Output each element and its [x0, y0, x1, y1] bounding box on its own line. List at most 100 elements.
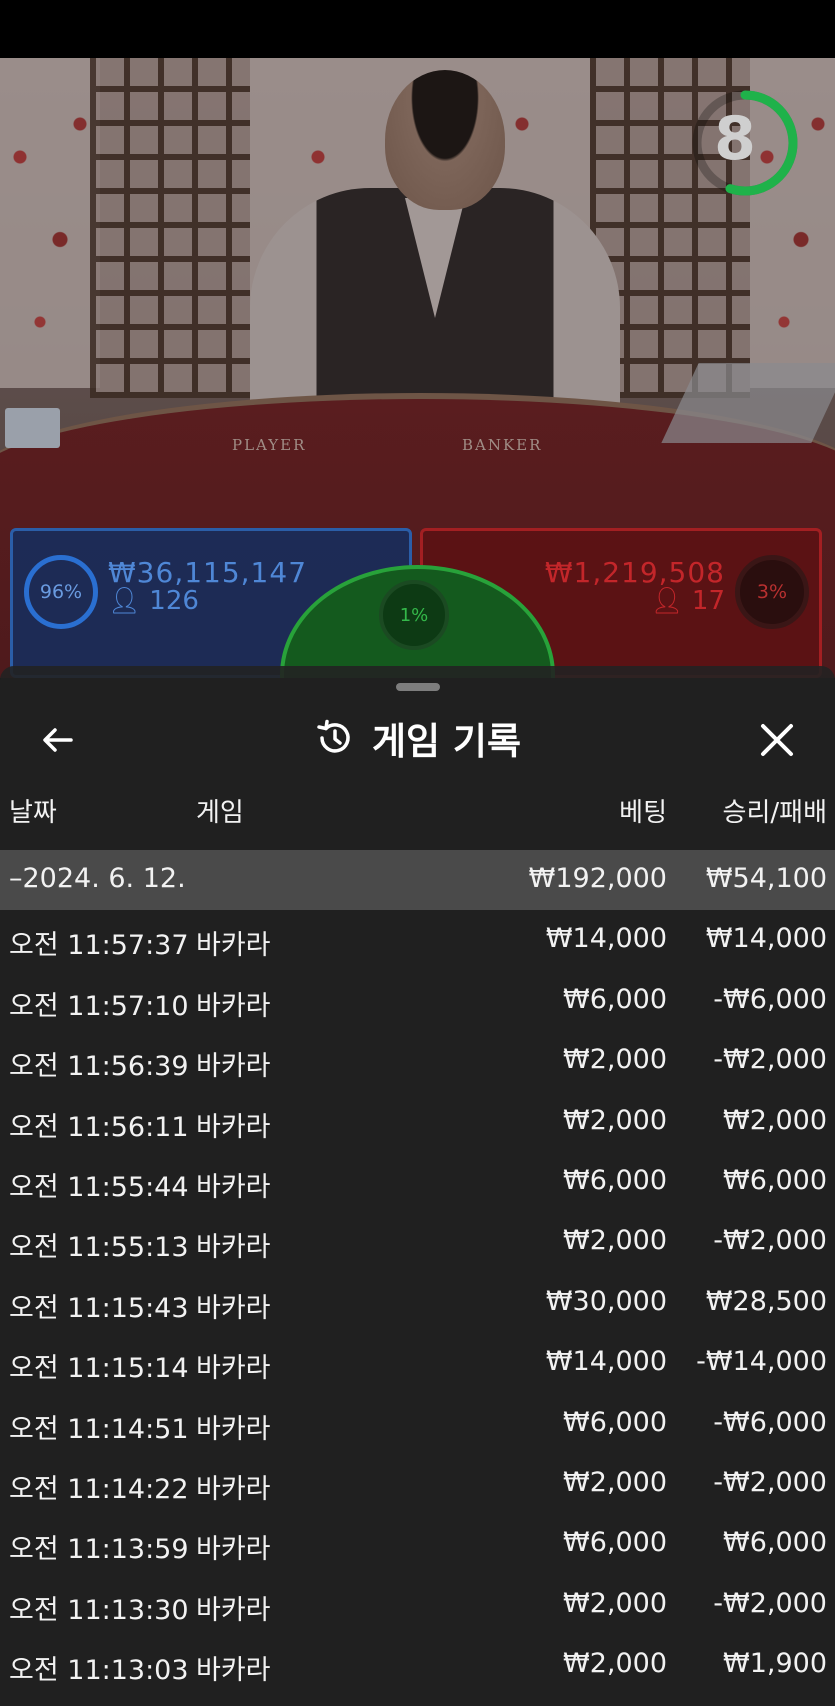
- person-icon: 👤︎: [108, 586, 142, 616]
- table-row[interactable]: 오전 11:57:37 바카라 ₩14,000 ₩14,000: [0, 910, 835, 970]
- table-row[interactable]: 오전 11:13:30 바카라 ₩2,000 -₩2,000: [0, 1575, 835, 1635]
- row-win-loss: ₩6,000: [723, 1527, 827, 1559]
- table-row[interactable]: 오전 11:56:11 바카라 ₩2,000 ₩2,000: [0, 1092, 835, 1152]
- row-win-loss: -₩2,000: [713, 1466, 827, 1498]
- column-win-loss: 승리/패배: [722, 798, 827, 828]
- status-bar: [0, 0, 835, 58]
- row-time: 오전 11:56:11: [9, 1111, 189, 1143]
- table-row[interactable]: 오전 11:55:13 바카라 ₩2,000 -₩2,000: [0, 1212, 835, 1272]
- row-time: 오전 11:15:14: [9, 1353, 189, 1385]
- banker-count-value: 17: [691, 586, 725, 616]
- row-time: 오전 11:15:43: [9, 1292, 189, 1324]
- history-table: –2024. 6. 12. ₩192,000 ₩54,100 오전 11:57:…: [0, 850, 835, 1695]
- sheet-header: 게임 기록: [0, 708, 835, 768]
- row-game: 바카라: [196, 1534, 271, 1566]
- row-bet: ₩30,000: [545, 1285, 667, 1317]
- table-row[interactable]: 오전 11:56:39 바카라 ₩2,000 -₩2,000: [0, 1031, 835, 1091]
- row-win-loss: ₩14,000: [705, 923, 827, 955]
- row-game: 바카라: [196, 1473, 271, 1505]
- date-group-win-loss-total: ₩54,100: [705, 863, 827, 894]
- row-bet: ₩6,000: [563, 983, 667, 1015]
- row-time: 오전 11:56:39: [9, 1051, 189, 1083]
- table-row[interactable]: 오전 11:13:59 바카라 ₩6,000 ₩6,000: [0, 1514, 835, 1574]
- history-row-list: 오전 11:57:37 바카라 ₩14,000 ₩14,000 오전 11:57:10 바…: [0, 910, 835, 1695]
- row-bet: ₩2,000: [563, 1648, 667, 1680]
- row-bet: ₩2,000: [563, 1466, 667, 1498]
- banker-total-amount: ₩1,219,508: [544, 556, 725, 589]
- row-win-loss: -₩2,000: [713, 1587, 827, 1619]
- row-win-loss: -₩2,000: [713, 1044, 827, 1076]
- row-win-loss: ₩28,500: [705, 1285, 827, 1317]
- row-bet: ₩6,000: [563, 1164, 667, 1196]
- row-time: 오전 11:14:51: [9, 1413, 189, 1445]
- table-row[interactable]: 오전 11:55:44 바카라 ₩6,000 ₩6,000: [0, 1152, 835, 1212]
- row-win-loss: ₩6,000: [723, 1164, 827, 1196]
- row-win-loss: -₩2,000: [713, 1225, 827, 1257]
- row-time: 오전 11:55:13: [9, 1232, 189, 1264]
- row-time: 오전 11:13:30: [9, 1594, 189, 1626]
- row-game: 바카라: [196, 1051, 271, 1083]
- game-history-sheet: 게임 기록 날짜 게임 베팅 승리/패배 –2024. 6. 12. ₩192,…: [0, 666, 835, 1706]
- player-count-value: 126: [149, 586, 199, 616]
- column-game: 게임: [196, 798, 244, 828]
- player-percent: 96%: [24, 555, 98, 629]
- row-game: 바카라: [196, 1171, 271, 1203]
- close-x-icon: [761, 724, 793, 756]
- lattice-screen-left: [90, 58, 250, 398]
- row-win-loss: -₩14,000: [696, 1346, 827, 1378]
- row-time: 오전 11:57:37: [9, 930, 189, 962]
- row-game: 바카라: [196, 1413, 271, 1445]
- row-game: 바카라: [196, 1655, 271, 1687]
- row-bet: ₩6,000: [563, 1406, 667, 1438]
- table-row[interactable]: 오전 11:57:10 바카라 ₩6,000 -₩6,000: [0, 971, 835, 1031]
- column-date: 날짜: [9, 798, 57, 828]
- table-label-player: PLAYER: [232, 436, 307, 454]
- row-time: 오전 11:13:03: [9, 1655, 189, 1687]
- row-win-loss: -₩6,000: [713, 983, 827, 1015]
- banker-percent: 3%: [735, 555, 809, 629]
- table-row[interactable]: 오전 11:14:51 바카라 ₩6,000 -₩6,000: [0, 1394, 835, 1454]
- row-bet: ₩14,000: [545, 1346, 667, 1378]
- row-bet: ₩2,000: [563, 1587, 667, 1619]
- player-total-amount: ₩36,115,147: [108, 556, 308, 589]
- row-time: 오전 11:57:10: [9, 990, 189, 1022]
- row-game: 바카라: [196, 1292, 271, 1324]
- tie-percent: 1%: [379, 580, 449, 650]
- row-game: 바카라: [196, 990, 271, 1022]
- row-time: 오전 11:13:59: [9, 1534, 189, 1566]
- date-group-bet-total: ₩192,000: [528, 863, 667, 894]
- row-bet: ₩2,000: [563, 1044, 667, 1076]
- row-bet: ₩2,000: [563, 1104, 667, 1136]
- column-bet: 베팅: [619, 798, 667, 828]
- countdown-number: 8: [714, 104, 756, 174]
- history-clock-icon: [317, 719, 350, 753]
- row-time: 오전 11:55:44: [9, 1171, 189, 1203]
- table-row[interactable]: 오전 11:15:14 바카라 ₩14,000 -₩14,000: [0, 1333, 835, 1393]
- table-row[interactable]: 오전 11:14:22 바카라 ₩2,000 -₩2,000: [0, 1454, 835, 1514]
- history-table-header: 날짜 게임 베팅 승리/패배: [0, 784, 835, 834]
- date-group-row[interactable]: –2024. 6. 12. ₩192,000 ₩54,100: [0, 850, 835, 911]
- table-row[interactable]: 오전 11:15:43 바카라 ₩30,000 ₩28,500: [0, 1273, 835, 1333]
- table-label-banker: BANKER: [462, 436, 543, 454]
- row-game: 바카라: [196, 930, 271, 962]
- dealer-head: [385, 70, 505, 210]
- table-row[interactable]: 오전 11:13:03 바카라 ₩2,000 ₩1,900: [0, 1635, 835, 1695]
- row-time: 오전 11:14:22: [9, 1473, 189, 1505]
- date-group-date: –2024. 6. 12.: [9, 863, 186, 894]
- close-button[interactable]: [753, 716, 801, 764]
- row-game: 바카라: [196, 1232, 271, 1264]
- row-bet: ₩6,000: [563, 1527, 667, 1559]
- card-deck: [5, 408, 60, 448]
- person-icon: 👤︎: [650, 586, 684, 616]
- row-bet: ₩14,000: [545, 923, 667, 955]
- player-count: 👤︎ 126: [108, 586, 199, 616]
- page-title: 게임 기록: [371, 720, 522, 763]
- sheet-drag-handle[interactable]: [396, 683, 440, 691]
- row-win-loss: ₩2,000: [723, 1104, 827, 1136]
- blossom-wallpaper: [0, 58, 100, 388]
- row-game: 바카라: [196, 1594, 271, 1626]
- row-win-loss: -₩6,000: [713, 1406, 827, 1438]
- row-game: 바카라: [196, 1353, 271, 1385]
- banker-count: 👤︎ 17: [651, 586, 725, 616]
- row-game: 바카라: [196, 1111, 271, 1143]
